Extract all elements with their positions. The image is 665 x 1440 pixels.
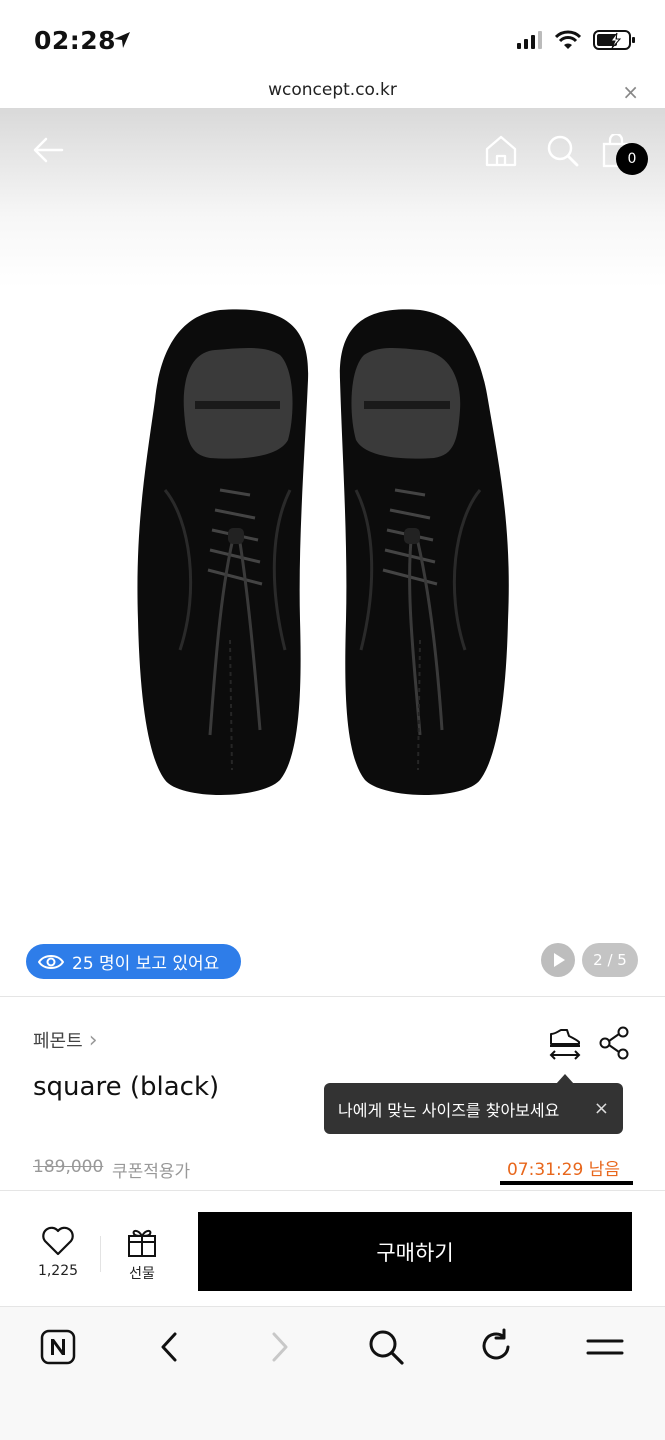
arrow-left-icon[interactable] [30,132,66,168]
heart-icon[interactable] [41,1226,75,1256]
search-icon[interactable] [367,1328,405,1366]
chevron-right-icon: › [88,1027,98,1053]
size-guide-icon[interactable] [547,1026,583,1062]
url-text[interactable]: wconcept.co.kr [0,80,665,100]
original-price: 189,000 [33,1157,104,1177]
divider [0,996,665,997]
close-icon[interactable]: × [594,1098,609,1119]
coupon-price-label: 쿠폰적용가 [112,1162,191,1182]
share-icon[interactable] [598,1026,630,1060]
play-icon [554,953,565,967]
like-count: 1,225 [37,1263,79,1279]
size-tooltip: 나에게 맞는 사이즈를 찾아보세요 × [324,1083,623,1134]
wifi-icon [555,30,581,49]
chevron-right-icon [272,1332,288,1362]
viewers-badge: 25 명이 보고 있어요 [26,944,241,979]
viewers-text: 25 명이 보고 있어요 [72,954,220,974]
refresh-icon[interactable] [477,1328,515,1366]
battery-icon [593,30,635,50]
close-icon[interactable]: × [622,80,639,104]
timer-underline [500,1181,633,1185]
signal-icon [517,31,542,49]
home-icon[interactable] [484,134,518,168]
browser-toolbar [0,1307,665,1440]
gift-label: 선물 [129,1266,155,1282]
status-icons [517,28,637,52]
naver-n-icon[interactable] [40,1329,76,1365]
sale-timer: 07:31:29 남음 [506,1160,620,1180]
eye-icon [38,954,64,969]
play-button[interactable] [541,943,575,977]
cart-count-badge[interactable]: 0 [616,143,648,175]
gallery-page-indicator: 2 / 5 [582,943,638,977]
divider [0,1190,665,1191]
separator [100,1236,101,1272]
chevron-left-icon[interactable] [155,1330,185,1364]
tooltip-text: 나에게 맞는 사이즈를 찾아보세요 [338,1100,560,1120]
location-arrow-icon [114,32,130,48]
menu-icon[interactable] [585,1333,625,1361]
gift-icon[interactable] [126,1226,158,1258]
buy-button[interactable]: 구매하기 [198,1212,632,1291]
product-title: square (black) [33,1072,220,1102]
brand-name: 페몬트 [33,1031,83,1052]
product-shoes-image [137,309,509,795]
brand-link[interactable]: 페몬트 › [33,1027,98,1053]
status-time: 02:28 [34,26,117,55]
search-icon[interactable] [546,134,580,168]
